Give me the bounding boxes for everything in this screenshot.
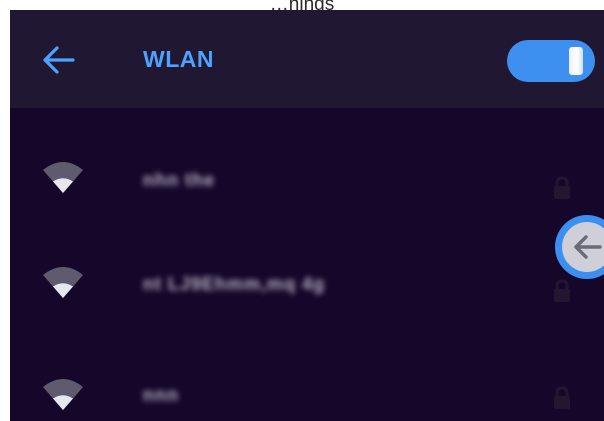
- network-row[interactable]: nhn the: [10, 120, 604, 210]
- wifi-icon: [43, 162, 83, 193]
- header-bar: WLAN: [10, 10, 604, 108]
- arrow-left-icon: [574, 235, 602, 259]
- network-ssid: nhn the: [143, 170, 215, 190]
- network-row[interactable]: nt LJ9Ehmm,mq 4g: [10, 210, 604, 302]
- lock-icon: [554, 386, 570, 409]
- page-title: WLAN: [143, 46, 214, 72]
- toggle-knob: [569, 47, 583, 75]
- lock-icon: [554, 176, 570, 199]
- arrow-left-icon: [43, 46, 75, 74]
- back-button[interactable]: [40, 42, 76, 78]
- network-row[interactable]: nnn: [10, 335, 604, 421]
- wifi-icon: [43, 267, 83, 298]
- network-ssid: nnn: [143, 385, 179, 405]
- wlan-settings-screen: WLAN nhn the nt LJ9Ehmm,mq 4g nnn: [10, 10, 604, 421]
- network-ssid: nt LJ9Ehmm,mq 4g: [143, 274, 326, 294]
- lock-icon: [554, 279, 570, 302]
- wlan-toggle[interactable]: [507, 40, 595, 82]
- wifi-icon: [43, 379, 83, 410]
- floating-back-inner: [562, 222, 604, 272]
